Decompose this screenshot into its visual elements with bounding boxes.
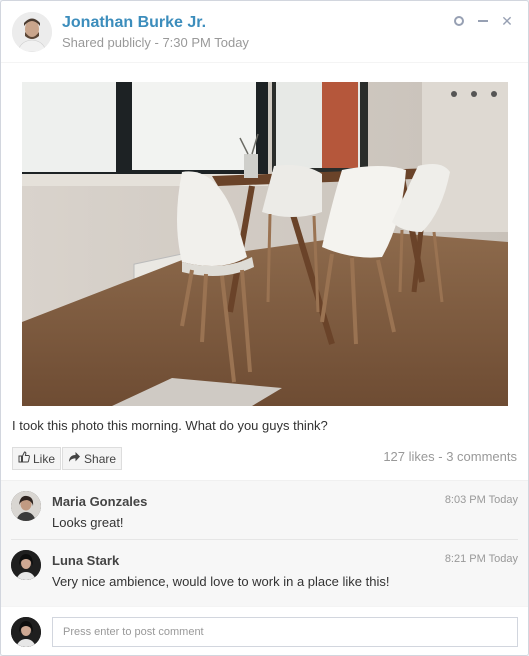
comment-time: 8:21 PM Today [444,553,518,565]
current-user-avatar [11,617,41,647]
post-photo [22,82,508,406]
comment-avatar[interactable] [11,550,41,580]
share-label: Share [84,451,117,466]
comment-footer [1,606,528,655]
close-icon[interactable]: ✕ [500,13,514,29]
author-avatar[interactable] [12,12,52,52]
share-icon [68,451,81,466]
comment-text: Very nice ambience, would love to work i… [52,574,390,589]
like-label: Like [33,451,56,466]
comment-author[interactable]: Maria Gonzales [52,494,147,509]
post-stats: 127 likes - 3 comments [383,449,517,464]
comment-time: 8:03 PM Today [444,494,518,506]
circle-icon[interactable] [452,13,466,29]
like-button[interactable]: Like [12,447,62,470]
comments-section: Maria Gonzales 8:03 PM Today Looks great… [1,480,528,606]
post-text: I took this photo this morning. What do … [12,418,328,433]
comment-avatar[interactable] [11,491,41,521]
post-actions: Like Share [12,447,123,470]
post-description: Shared publicly - 7:30 PM Today [62,35,249,50]
author-name[interactable]: Jonathan Burke Jr. [62,14,206,32]
minus-icon[interactable] [476,13,490,29]
box-tools: ✕ [452,13,514,29]
thumbs-up-icon [18,451,30,466]
post-header: Jonathan Burke Jr. Shared publicly - 7:3… [1,1,528,63]
comment-author[interactable]: Luna Stark [52,553,119,568]
comment-text: Looks great! [52,515,124,530]
share-button[interactable]: Share [62,447,123,470]
comment-item: Maria Gonzales 8:03 PM Today Looks great… [11,481,518,537]
comment-input[interactable] [52,617,518,647]
post-card: Jonathan Burke Jr. Shared publicly - 7:3… [0,0,529,656]
comment-item: Luna Stark 8:21 PM Today Very nice ambie… [11,539,518,595]
